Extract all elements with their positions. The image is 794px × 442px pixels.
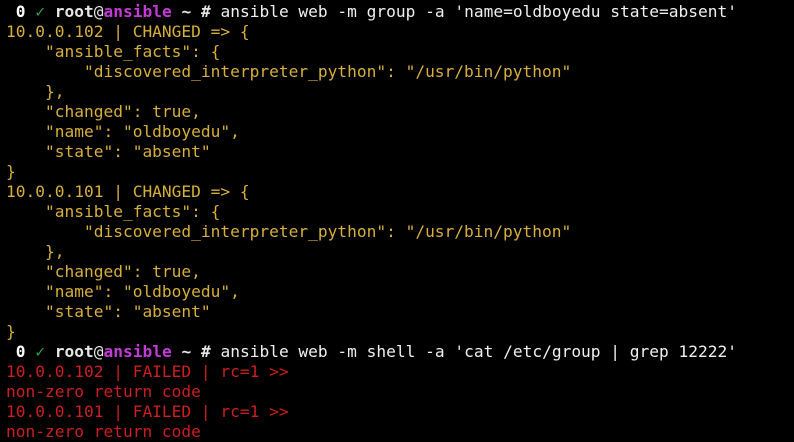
check-icon: ✓ bbox=[35, 2, 45, 21]
output-line: } bbox=[6, 162, 16, 181]
prompt-host: ansible bbox=[103, 2, 172, 21]
command-text: ansible web -m group -a 'name=oldboyedu … bbox=[220, 2, 737, 21]
terminal-window[interactable]: 0 ✓ root@ansible ~ # ansible web -m grou… bbox=[0, 0, 794, 442]
prompt-symbol: # bbox=[200, 342, 211, 361]
output-line: "state": "absent" bbox=[6, 302, 211, 321]
output-line: "ansible_facts": { bbox=[6, 202, 221, 221]
check-icon: ✓ bbox=[35, 342, 45, 361]
prompt-user: root bbox=[54, 2, 94, 21]
prompt-cwd: ~ bbox=[181, 2, 192, 21]
output-line: }, bbox=[6, 82, 65, 101]
exit-status: 0 bbox=[15, 2, 26, 21]
prompt-symbol: # bbox=[200, 2, 211, 21]
command-text: ansible web -m shell -a 'cat /etc/group … bbox=[220, 342, 737, 361]
output-line: 10.0.0.101 | CHANGED => { bbox=[6, 182, 250, 201]
output-line: "ansible_facts": { bbox=[6, 42, 221, 61]
exit-status: 0 bbox=[15, 342, 26, 361]
output-line: "discovered_interpreter_python": "/usr/b… bbox=[6, 222, 572, 241]
output-line: "name": "oldboyedu", bbox=[6, 122, 240, 141]
prompt-user: root bbox=[54, 342, 94, 361]
output-line: }, bbox=[6, 242, 65, 261]
output-line: "changed": true, bbox=[6, 102, 201, 121]
error-line: 10.0.0.101 | FAILED | rc=1 >> bbox=[6, 402, 289, 421]
output-line: "discovered_interpreter_python": "/usr/b… bbox=[6, 62, 572, 81]
output-line: "state": "absent" bbox=[6, 142, 211, 161]
error-line: non-zero return code bbox=[6, 422, 201, 441]
prompt-cwd: ~ bbox=[181, 342, 192, 361]
prompt-host: ansible bbox=[103, 342, 172, 361]
error-line: 10.0.0.102 | FAILED | rc=1 >> bbox=[6, 362, 289, 381]
output-line: } bbox=[6, 322, 16, 341]
error-line: non-zero return code bbox=[6, 382, 201, 401]
prompt-line-2: 0 ✓ root@ansible ~ # ansible web -m shel… bbox=[0, 342, 794, 362]
output-line: "changed": true, bbox=[6, 262, 201, 281]
output-line: 10.0.0.102 | CHANGED => { bbox=[6, 22, 250, 41]
prompt-line-1: 0 ✓ root@ansible ~ # ansible web -m grou… bbox=[0, 2, 794, 22]
output-line: "name": "oldboyedu", bbox=[6, 282, 240, 301]
